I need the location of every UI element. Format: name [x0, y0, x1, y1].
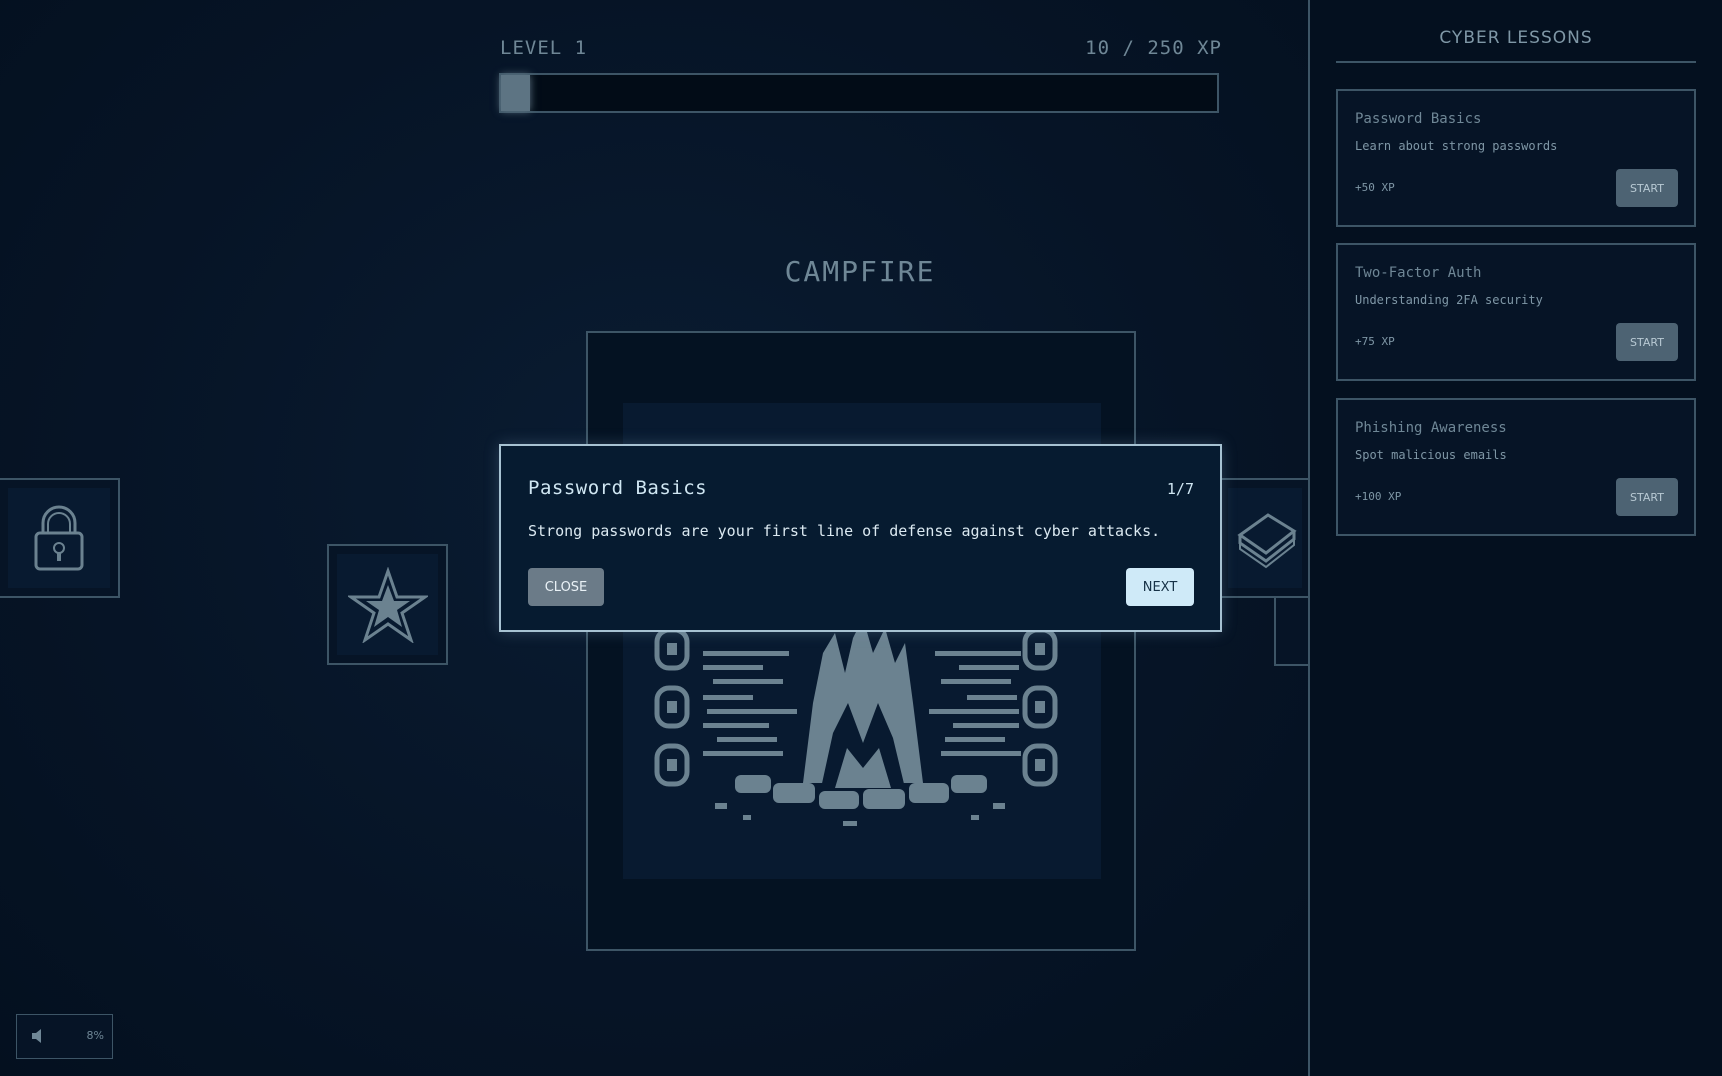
- lesson-name: Password Basics: [1355, 111, 1482, 127]
- scene-title: CAMPFIRE: [784, 255, 936, 288]
- level-label: LEVEL 1: [500, 37, 588, 59]
- star-icon: [347, 566, 428, 643]
- left-log-stripes: [703, 651, 797, 756]
- campfire-scene[interactable]: [586, 331, 1136, 951]
- sidebar-title: CYBER LESSONS: [1439, 28, 1593, 48]
- right-log-stripes: [929, 651, 1021, 756]
- xp-progress-bar: [499, 73, 1219, 113]
- lesson-card[interactable]: Phishing Awareness Spot malicious emails…: [1336, 398, 1696, 536]
- lesson-card[interactable]: Two-Factor Auth Understanding 2FA securi…: [1336, 243, 1696, 381]
- tile-partial: [1274, 598, 1312, 666]
- lesson-name: Two-Factor Auth: [1355, 265, 1482, 281]
- dialog-text: Strong passwords are your first line of …: [528, 522, 1161, 540]
- lesson-card[interactable]: Password Basics Learn about strong passw…: [1336, 89, 1696, 227]
- book-tile[interactable]: [1218, 478, 1312, 598]
- lock-tile[interactable]: [0, 478, 120, 598]
- lesson-xp: +75 XP: [1355, 335, 1395, 348]
- campfire-flames: [803, 618, 923, 788]
- dialog-step-counter: 1/7: [1166, 480, 1194, 498]
- lesson-description: Understanding 2FA security: [1355, 293, 1543, 307]
- star-tile[interactable]: [327, 544, 448, 665]
- lessons-sidebar: CYBER LESSONS Password Basics Learn abou…: [1310, 0, 1722, 1076]
- lock-icon: [34, 505, 84, 571]
- next-button[interactable]: NEXT: [1126, 568, 1194, 606]
- lesson-description: Spot malicious emails: [1355, 448, 1507, 462]
- lesson-name: Phishing Awareness: [1355, 420, 1507, 436]
- volume-percent: 8%: [86, 1029, 104, 1042]
- book-icon: [1237, 513, 1297, 569]
- left-log-ends: [654, 627, 690, 787]
- dialog-title: Password Basics: [528, 477, 708, 499]
- start-lesson-button[interactable]: START: [1616, 323, 1678, 361]
- lesson-xp: +50 XP: [1355, 181, 1395, 194]
- xp-progress-fill: [501, 75, 530, 111]
- lesson-xp: +100 XP: [1355, 490, 1402, 503]
- sidebar-rule: [1336, 61, 1696, 63]
- start-lesson-button[interactable]: START: [1616, 478, 1678, 516]
- lesson-description: Learn about strong passwords: [1355, 139, 1558, 153]
- close-button[interactable]: CLOSE: [528, 568, 604, 606]
- right-log-ends: [1022, 627, 1058, 787]
- speaker-icon[interactable]: [32, 1029, 44, 1043]
- game-stage: LEVEL 1 10 / 250 XP CAMPFIRE Password Ba…: [0, 0, 1312, 1076]
- volume-control[interactable]: 8%: [16, 1014, 113, 1059]
- lesson-dialog: Password Basics 1/7 Strong passwords are…: [499, 444, 1222, 632]
- start-lesson-button[interactable]: START: [1616, 169, 1678, 207]
- xp-label: 10 / 250 XP: [1085, 37, 1222, 59]
